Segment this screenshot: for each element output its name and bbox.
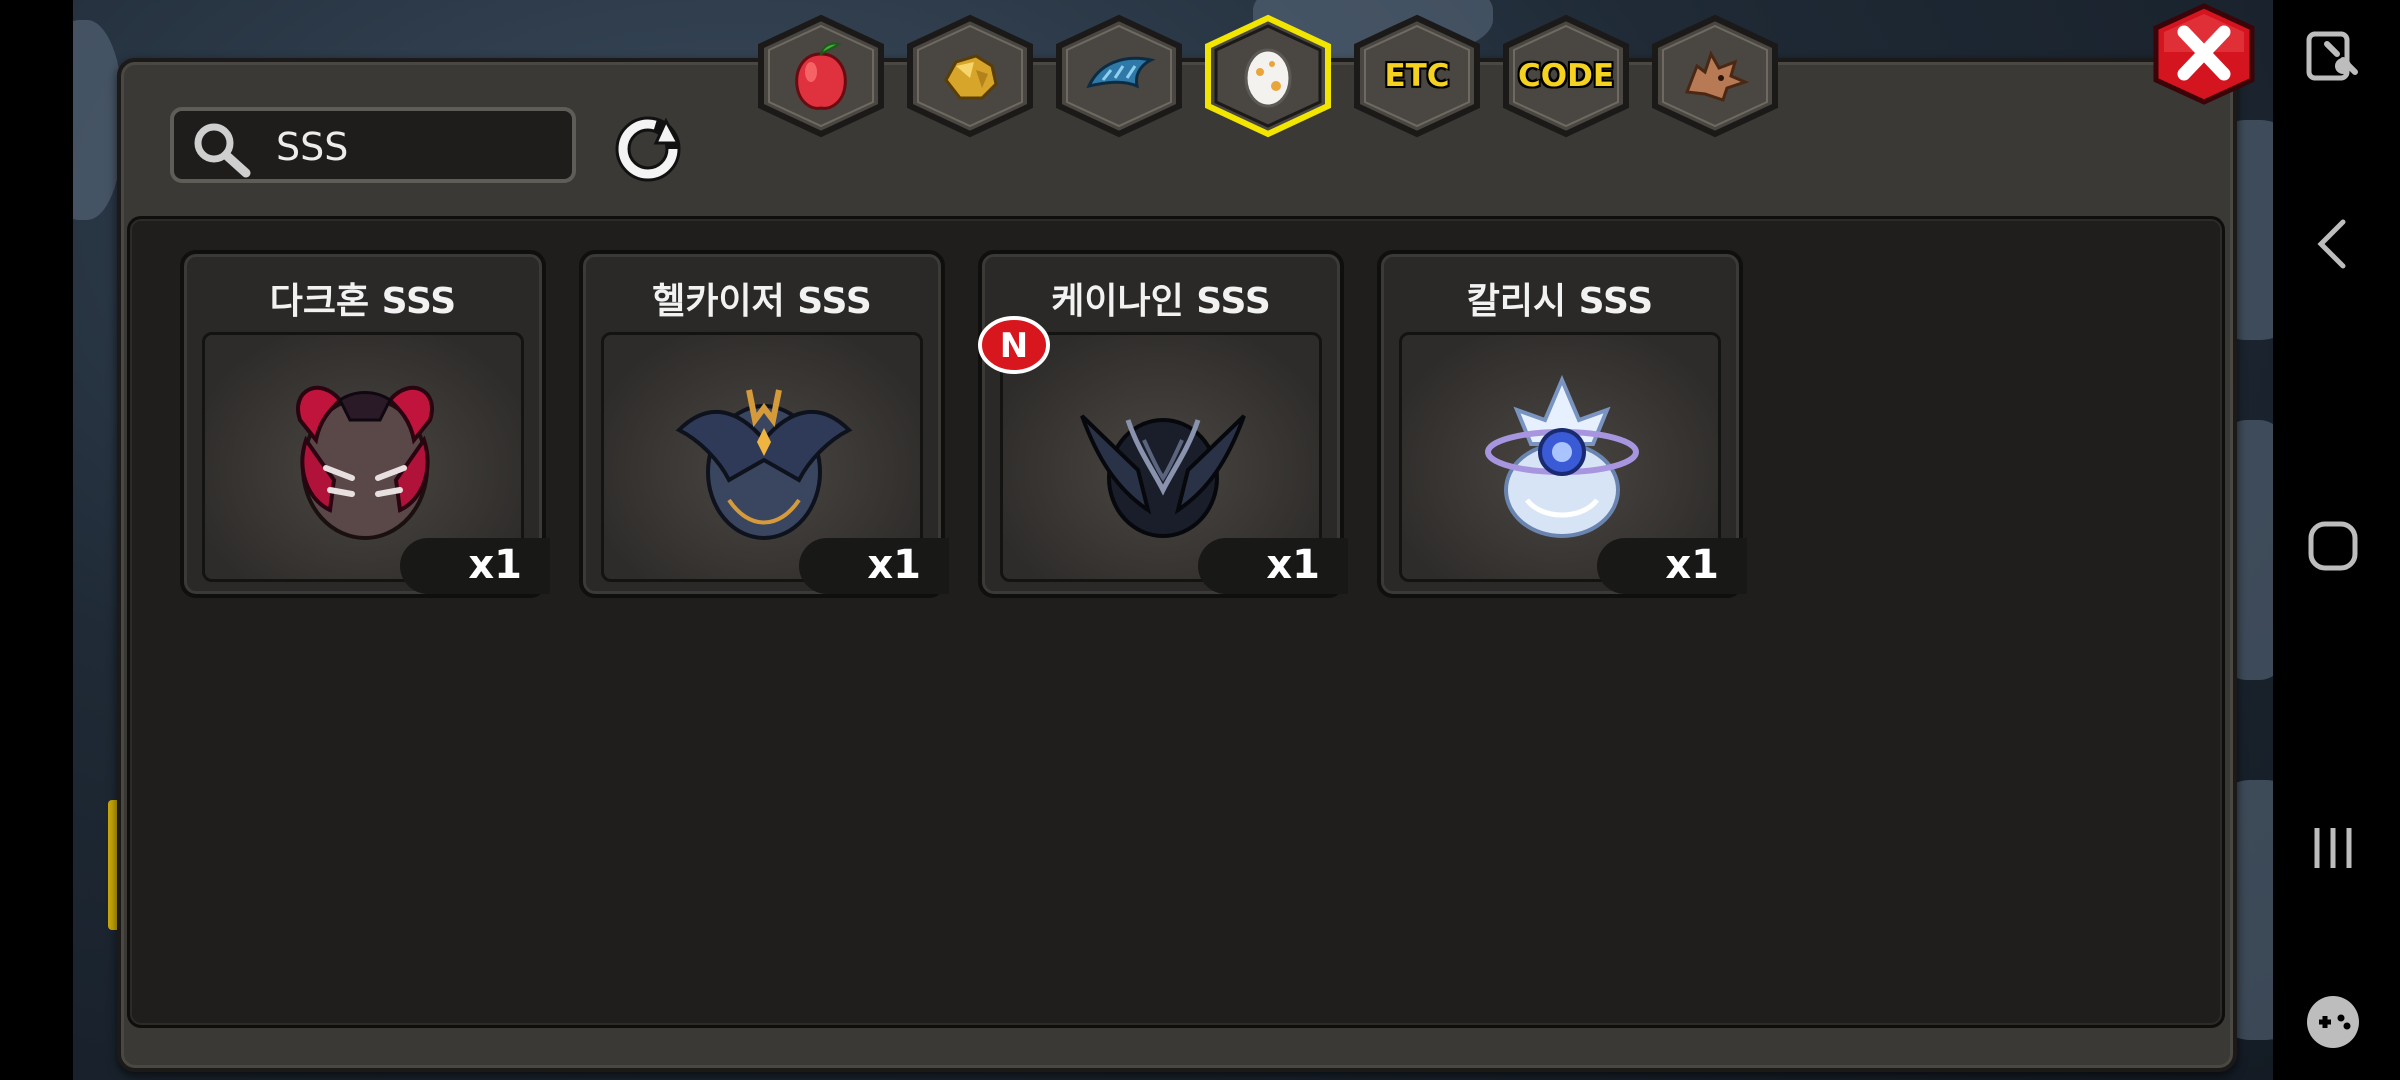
fruit-icon [795, 42, 847, 110]
item-name: 칼리시 SSS [1466, 281, 1654, 322]
search-icon [194, 123, 251, 178]
search-input[interactable] [276, 123, 556, 171]
item-card[interactable]: 헬카이저 SSS x1 [579, 250, 949, 598]
refresh-icon [615, 116, 681, 182]
screen-pin-icon[interactable] [2303, 26, 2363, 90]
close-button[interactable] [2148, 2, 2260, 106]
tab-etc[interactable]: ETC [1351, 14, 1483, 138]
system-navigation-bar [2273, 0, 2400, 1080]
item-name: 헬카이저 SSS [652, 281, 872, 322]
search-box[interactable] [170, 107, 576, 183]
new-badge: N [978, 316, 1050, 374]
gold-ore-icon [944, 54, 998, 100]
item-quantity: x1 [468, 542, 522, 588]
item-quantity: x1 [1665, 542, 1719, 588]
hellkaiser-egg-icon [675, 389, 853, 540]
tab-egg[interactable] [1202, 14, 1334, 138]
game-tools-icon[interactable] [2303, 992, 2363, 1052]
dragon-head-icon [1684, 50, 1750, 102]
item-quantity-badge: x1 [1198, 538, 1348, 594]
claw-icon [1086, 56, 1156, 89]
refresh-button[interactable] [610, 113, 686, 183]
close-icon [2153, 3, 2255, 105]
back-icon[interactable] [2303, 214, 2363, 274]
item-card[interactable]: 칼리시 SSS x1 [1377, 250, 1747, 598]
tab-code-label: CODE [1517, 58, 1614, 94]
item-name: 다크혼 SSS [269, 281, 457, 322]
new-badge-label: N [1000, 326, 1028, 366]
item-quantity-badge: x1 [799, 538, 949, 594]
item-quantity: x1 [867, 542, 921, 588]
tab-ore[interactable] [904, 14, 1036, 138]
egg-icon [1244, 48, 1292, 108]
canine-egg-icon [1080, 414, 1246, 538]
recent-apps-icon[interactable] [2303, 818, 2363, 878]
item-quantity-badge: x1 [1597, 538, 1747, 594]
dark-horn-egg-icon [296, 386, 434, 540]
item-card[interactable]: 케이나인 SSS x1 N [978, 250, 1348, 598]
tab-code[interactable]: CODE [1500, 14, 1632, 138]
home-icon[interactable] [2303, 516, 2363, 576]
tab-fruit[interactable] [755, 14, 887, 138]
tab-dragon[interactable] [1649, 14, 1781, 138]
item-quantity: x1 [1266, 542, 1320, 588]
tab-claw[interactable] [1053, 14, 1185, 138]
item-card[interactable]: 다크혼 SSS x1 [180, 250, 550, 598]
item-quantity-badge: x1 [400, 538, 550, 594]
kalish-egg-icon [1485, 374, 1639, 538]
tab-etc-label: ETC [1384, 58, 1450, 94]
background-rock [73, 20, 123, 220]
